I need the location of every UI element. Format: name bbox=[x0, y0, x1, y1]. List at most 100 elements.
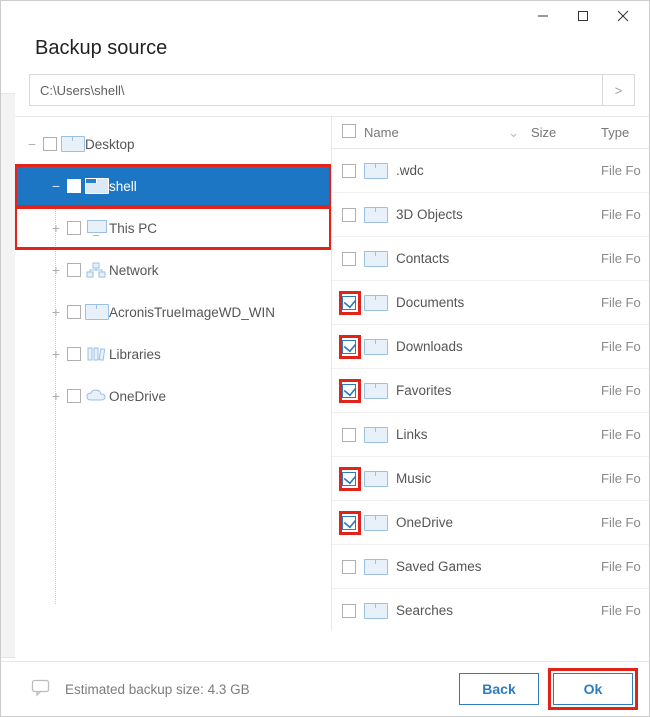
folder-icon bbox=[364, 207, 386, 223]
path-bar: > bbox=[29, 74, 635, 106]
tree-item[interactable]: + Libraries bbox=[15, 333, 331, 375]
file-list[interactable]: Name ⌄ Size Type .wdcFile Fo 3D Objects Fi… bbox=[331, 117, 649, 630]
folder-icon bbox=[364, 339, 386, 355]
expand-icon[interactable]: + bbox=[47, 305, 65, 319]
tree-item[interactable]: + OneDrive bbox=[15, 375, 331, 417]
file-row[interactable]: Contacts File Fo bbox=[332, 237, 649, 281]
chevron-down-icon: ⌄ bbox=[508, 125, 519, 141]
tree-item-label: Desktop bbox=[85, 137, 135, 152]
tree-item-checkbox[interactable] bbox=[65, 389, 83, 403]
file-row-type: File Fo bbox=[601, 251, 649, 266]
file-row[interactable]: DocumentsFile Fo bbox=[332, 281, 649, 325]
column-check[interactable] bbox=[342, 124, 364, 141]
window-titlebar bbox=[1, 1, 649, 31]
path-input[interactable] bbox=[29, 74, 603, 106]
path-go-button[interactable]: > bbox=[603, 74, 635, 106]
file-row-checkbox[interactable] bbox=[342, 516, 364, 530]
tree-item[interactable]: − shell bbox=[15, 165, 331, 207]
cloud-icon bbox=[83, 388, 109, 404]
tree-item-checkbox[interactable] bbox=[65, 263, 83, 277]
tree-item[interactable]: +Network bbox=[15, 249, 331, 291]
file-row-name: Searches bbox=[364, 603, 537, 619]
column-name-label: Name bbox=[364, 125, 399, 140]
file-row-checkbox[interactable] bbox=[342, 428, 364, 442]
collapse-icon[interactable]: − bbox=[47, 179, 65, 193]
highlight-box bbox=[339, 379, 361, 403]
file-row-type: File Fo bbox=[601, 427, 649, 442]
file-row-checkbox[interactable] bbox=[342, 296, 364, 310]
file-row-type: File Fo bbox=[601, 471, 649, 486]
highlight-box bbox=[339, 291, 361, 315]
folder-icon bbox=[364, 383, 386, 399]
expand-icon[interactable]: + bbox=[47, 389, 65, 403]
estimated-size-value: 4.3 GB bbox=[208, 682, 250, 697]
file-row-type: File Fo bbox=[601, 207, 649, 222]
file-row-name: Music bbox=[364, 471, 537, 487]
tree-item-label: This PC bbox=[109, 221, 157, 236]
window-maximize-button[interactable] bbox=[563, 2, 603, 30]
window-minimize-button[interactable] bbox=[523, 2, 563, 30]
file-row[interactable]: Music File Fo bbox=[332, 457, 649, 501]
folder-icon bbox=[364, 163, 386, 179]
file-row[interactable]: .wdcFile Fo bbox=[332, 149, 649, 193]
folder-icon bbox=[364, 427, 386, 443]
folder-icon bbox=[364, 471, 386, 487]
file-row[interactable]: Favorites File Fo bbox=[332, 369, 649, 413]
expand-icon[interactable]: + bbox=[47, 347, 65, 361]
file-row-checkbox[interactable] bbox=[342, 472, 364, 486]
file-row[interactable]: DownloadsFile Fo bbox=[332, 325, 649, 369]
chat-icon[interactable] bbox=[31, 679, 51, 700]
tree-item-label: AcronisTrueImageWD_WIN bbox=[109, 305, 275, 320]
file-row-checkbox[interactable] bbox=[342, 164, 364, 178]
file-row[interactable]: 3D Objects File Fo bbox=[332, 193, 649, 237]
file-row[interactable]: Saved GamesFile Fo bbox=[332, 545, 649, 589]
tree-item-checkbox[interactable] bbox=[65, 305, 83, 319]
file-row-type: File Fo bbox=[601, 383, 649, 398]
tree-item-label: shell bbox=[109, 179, 137, 194]
highlight-box bbox=[339, 467, 361, 491]
tree-item[interactable]: + This PC bbox=[15, 207, 331, 249]
file-row-checkbox[interactable] bbox=[342, 604, 364, 618]
file-row-checkbox[interactable] bbox=[342, 252, 364, 266]
file-row-type: File Fo bbox=[601, 603, 649, 618]
file-row-checkbox[interactable] bbox=[342, 560, 364, 574]
tree-item-checkbox[interactable] bbox=[41, 137, 59, 151]
file-row-name: Documents bbox=[364, 295, 537, 311]
collapse-icon[interactable]: − bbox=[23, 137, 41, 151]
column-name[interactable]: Name ⌄ bbox=[364, 125, 531, 141]
expand-icon[interactable]: + bbox=[47, 221, 65, 235]
tree-item-checkbox[interactable] bbox=[65, 347, 83, 361]
expand-icon[interactable]: + bbox=[47, 263, 65, 277]
file-row[interactable]: OneDrive File Fo bbox=[332, 501, 649, 545]
tree-item[interactable]: − Desktop bbox=[15, 123, 331, 165]
file-row-name: 3D Objects bbox=[364, 207, 537, 223]
file-row-type: File Fo bbox=[601, 515, 649, 530]
file-row-checkbox[interactable] bbox=[342, 340, 364, 354]
estimated-size-label: Estimated backup size: 4.3 GB bbox=[65, 682, 250, 697]
file-row-name: Links bbox=[364, 427, 537, 443]
folder-tree[interactable]: −Desktop−shell+This PC+Network+AcronisTr… bbox=[15, 117, 331, 630]
file-row-name: Favorites bbox=[364, 383, 537, 399]
file-row-type: File Fo bbox=[601, 339, 649, 354]
tree-item-checkbox[interactable] bbox=[65, 221, 83, 235]
tree-item-label: Libraries bbox=[109, 347, 161, 362]
tree-item[interactable]: + AcronisTrueImageWD_WIN bbox=[15, 291, 331, 333]
maximize-icon bbox=[577, 10, 589, 22]
tree-item-checkbox[interactable] bbox=[65, 179, 83, 193]
folder-icon bbox=[364, 559, 386, 575]
file-row-checkbox[interactable] bbox=[342, 384, 364, 398]
folder-icon bbox=[364, 251, 386, 267]
tree-item-label: OneDrive bbox=[109, 389, 166, 404]
file-row-name: Contacts bbox=[364, 251, 537, 267]
select-all-checkbox[interactable] bbox=[342, 124, 356, 138]
window-close-button[interactable] bbox=[603, 2, 643, 30]
column-type-label[interactable]: Type bbox=[601, 125, 649, 140]
file-row[interactable]: Links File Fo bbox=[332, 413, 649, 457]
ok-button[interactable]: Ok bbox=[553, 673, 633, 705]
column-size-label[interactable]: Size bbox=[531, 125, 601, 140]
back-button[interactable]: Back bbox=[459, 673, 539, 705]
file-row-name: OneDrive bbox=[364, 515, 537, 531]
file-row-checkbox[interactable] bbox=[342, 208, 364, 222]
folder-icon bbox=[59, 136, 85, 152]
file-row[interactable]: Searches File Fo bbox=[332, 589, 649, 630]
